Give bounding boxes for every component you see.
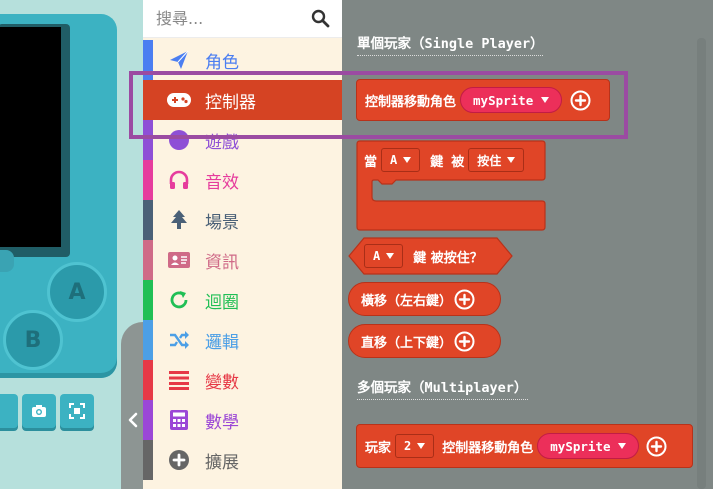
calculator-icon: [153, 409, 205, 431]
section-suffix: ）: [513, 380, 528, 396]
category-label: 變數: [205, 372, 239, 393]
search-icon[interactable]: [311, 9, 330, 28]
category-plus-circle[interactable]: 擴展: [143, 440, 342, 480]
dx-block[interactable]: 橫移（左右鍵）: [348, 282, 501, 316]
dropdown-arrow-icon: [417, 443, 426, 449]
section-label-multiplayer: 多個玩家（Multiplayer）: [357, 376, 527, 396]
category-id-card[interactable]: 資訊: [143, 240, 342, 280]
button-name: A: [373, 249, 381, 263]
section-underline: [357, 55, 543, 56]
block-label: 玩家: [365, 440, 392, 456]
fullscreen-icon: [69, 403, 85, 419]
category-tree[interactable]: 場景: [143, 200, 342, 240]
expand-plus-button[interactable]: [454, 289, 475, 310]
on-button-event-block[interactable]: 當 A 鍵 被 按住: [356, 140, 525, 180]
section-suffix: ）: [530, 36, 544, 52]
flyout-scrollbar[interactable]: [697, 38, 706, 489]
category-label: 場景: [205, 212, 239, 233]
category-label: 迴圈: [205, 292, 239, 313]
sprite-name: mySprite: [550, 438, 611, 454]
collapse-simulator-button[interactable]: [122, 405, 143, 435]
sim-tool-button[interactable]: [0, 394, 18, 428]
category-list[interactable]: 變數: [143, 360, 342, 400]
search-input[interactable]: [156, 6, 306, 30]
category-shuffle[interactable]: 邏輯: [143, 320, 342, 360]
dropdown-arrow-icon: [507, 157, 516, 163]
plus-circle-icon: [646, 436, 667, 456]
category-calculator[interactable]: 數學: [143, 400, 342, 440]
player-number: 2: [404, 439, 412, 453]
player-number-dropdown[interactable]: 2: [395, 434, 435, 458]
screenshot-button[interactable]: [22, 394, 56, 428]
category-label: 邏輯: [205, 332, 239, 353]
button-dropdown[interactable]: A: [381, 148, 421, 172]
paper-plane-icon: [153, 49, 205, 71]
b-button-label: B: [24, 327, 42, 353]
sprite-dropdown[interactable]: mySprite: [537, 433, 640, 459]
plus-circle-icon: [153, 449, 205, 471]
plus-circle-icon: [454, 331, 475, 351]
headphones-icon: [153, 169, 205, 191]
block-label: 控制器移動角色: [442, 440, 534, 456]
tree-icon: [153, 209, 205, 231]
game-simulator: A B: [0, 0, 143, 489]
dropdown-arrow-icon: [386, 253, 395, 259]
section-prefix: 單個玩家（: [357, 36, 425, 52]
block-label: 鍵 被按住？: [413, 250, 483, 266]
a-button-label: A: [68, 279, 86, 305]
b-button[interactable]: B: [3, 310, 63, 370]
toolbox-search: [143, 0, 342, 38]
game-screen[interactable]: [0, 27, 61, 247]
id-card-icon: [153, 251, 205, 269]
dpad[interactable]: [0, 250, 14, 272]
category-headphones[interactable]: 音效: [143, 160, 342, 200]
section-prefix: 多個玩家（: [357, 380, 425, 396]
category-label: 資訊: [205, 252, 239, 273]
highlight-box: [129, 71, 628, 139]
fullscreen-button[interactable]: [60, 394, 94, 428]
dropdown-arrow-icon: [618, 443, 627, 449]
is-pressed-block[interactable]: A 鍵 被按住？: [364, 237, 487, 275]
block-label: 當: [364, 154, 378, 170]
plus-circle-icon: [454, 289, 475, 309]
shuffle-icon: [153, 330, 205, 350]
camera-icon: [32, 405, 46, 417]
block-label: 被: [451, 154, 465, 170]
block-label: 直移（上下鍵）: [361, 335, 453, 351]
event-name: 按住: [477, 153, 502, 168]
refresh-icon: [153, 289, 205, 311]
block-label: 鍵: [430, 154, 444, 170]
button-dropdown[interactable]: A: [364, 244, 404, 268]
event-dropdown[interactable]: 按住: [468, 148, 525, 172]
category-label: 角色: [205, 52, 239, 73]
category-refresh[interactable]: 迴圈: [143, 280, 342, 320]
section-underline: [357, 399, 528, 400]
player-move-sprite-block[interactable]: 玩家 2 控制器移動角色 mySprite: [356, 424, 693, 468]
category-label: 擴展: [205, 452, 239, 473]
expand-plus-button[interactable]: [646, 436, 667, 457]
dy-block[interactable]: 直移（上下鍵）: [348, 324, 501, 358]
category-label: 音效: [205, 172, 239, 193]
section-name: Single Player: [424, 36, 531, 52]
section-label-single-player: 單個玩家（Single Player）: [357, 32, 544, 52]
chevron-left-icon: [128, 412, 137, 428]
console-body: A B: [0, 14, 117, 378]
dropdown-arrow-icon: [403, 157, 412, 163]
section-name: Multiplayer: [424, 380, 514, 396]
block-label: 橫移（左右鍵）: [361, 293, 453, 309]
category-label: 數學: [205, 412, 239, 433]
expand-plus-button[interactable]: [454, 331, 475, 352]
button-name: A: [390, 153, 398, 167]
list-icon: [153, 370, 205, 390]
